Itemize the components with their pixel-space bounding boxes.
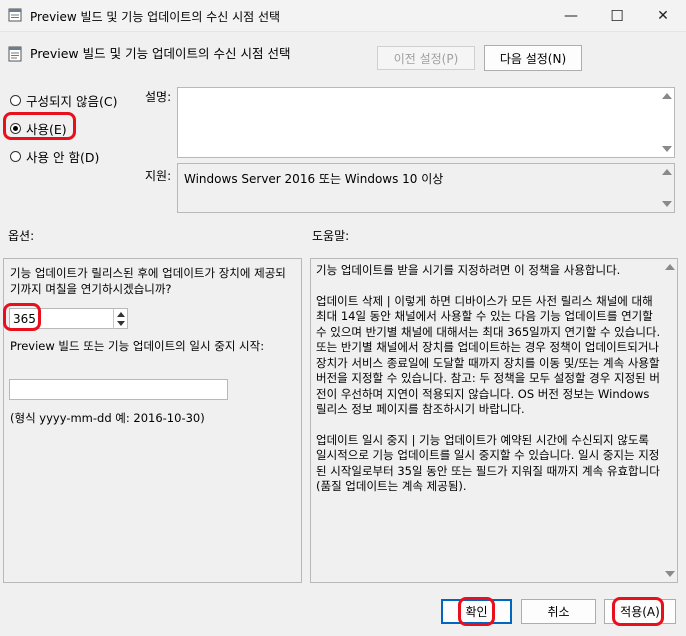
previous-setting-button[interactable]: 이전 설정(P) — [377, 46, 475, 70]
format-hint: (형식 yyyy-mm-dd 예: 2016-10-30) — [10, 411, 205, 425]
spin-down-icon[interactable] — [117, 321, 125, 326]
comment-label: 설명: — [145, 90, 172, 104]
scroll-up-arrow-icon[interactable] — [665, 264, 675, 270]
supported-value: Windows Server 2016 또는 Windows 10 이상 — [184, 172, 444, 186]
policy-title: Preview 빌드 및 기능 업데이트의 수신 시점 선택 — [30, 46, 291, 61]
comment-textarea[interactable] — [177, 87, 675, 158]
defer-days-spinner[interactable] — [113, 309, 127, 329]
radio-disabled-circle[interactable] — [10, 151, 21, 162]
radio-disabled[interactable]: 사용 안 함(D) — [10, 147, 99, 166]
radio-disabled-label: 사용 안 함(D) — [26, 150, 100, 165]
help-panel: 기능 업데이트를 받을 시기를 지정하려면 이 정책을 사용합니다. 업데이트 … — [310, 258, 678, 583]
pause-start-input[interactable] — [9, 379, 228, 400]
policy-setting-icon — [8, 46, 22, 62]
next-setting-button[interactable]: 다음 설정(N) — [484, 45, 582, 71]
maximize-button[interactable]: ☐ — [594, 0, 640, 31]
highlight-apply-button — [612, 597, 664, 626]
help-text: 기능 업데이트를 받을 시기를 지정하려면 이 정책을 사용합니다. 업데이트 … — [316, 263, 662, 495]
options-label: 옵션: — [8, 229, 35, 243]
highlight-enabled-radio — [3, 112, 76, 140]
pause-label: Preview 빌드 또는 기능 업데이트의 일시 중지 시작: — [10, 339, 265, 353]
supported-box: Windows Server 2016 또는 Windows 10 이상 — [177, 163, 675, 213]
radio-not-configured[interactable]: 구성되지 않음(C) — [10, 91, 117, 110]
highlight-defer-value — [3, 303, 41, 331]
spin-up-icon[interactable] — [117, 312, 125, 317]
help-paragraph-1: 기능 업데이트를 받을 시기를 지정하려면 이 정책을 사용합니다. — [316, 263, 621, 277]
comment-scrollbar[interactable] — [661, 89, 673, 156]
window-title: Preview 빌드 및 기능 업데이트의 수신 시점 선택 — [30, 10, 281, 24]
scroll-down-arrow-icon[interactable] — [665, 571, 675, 577]
title-bar: Preview 빌드 및 기능 업데이트의 수신 시점 선택 — ☐ ✕ — [0, 0, 686, 32]
supported-label: 지원: — [145, 169, 172, 183]
minimize-button[interactable]: — — [548, 0, 594, 31]
close-button[interactable]: ✕ — [640, 0, 686, 31]
radio-not-configured-label: 구성되지 않음(C) — [26, 94, 118, 109]
scroll-down-arrow-icon[interactable] — [662, 201, 672, 207]
cancel-button[interactable]: 취소 — [521, 599, 596, 624]
help-paragraph-2: 업데이트 삭제 | 이렇게 하면 디바이스가 모든 사전 릴리스 채널에 대해 … — [316, 293, 661, 417]
help-paragraph-3: 업데이트 일시 중지 | 기능 업데이트가 예약된 시간에 수신되지 않도록 일… — [316, 432, 660, 494]
scroll-up-arrow-icon[interactable] — [662, 169, 672, 175]
defer-question: 기능 업데이트가 릴리스된 후에 업데이트가 장치에 제공되기까지 며칠을 연기… — [10, 266, 286, 296]
scroll-down-arrow-icon[interactable] — [662, 146, 672, 152]
help-label: 도움말: — [312, 229, 350, 243]
supported-scrollbar[interactable] — [661, 165, 673, 211]
scroll-up-arrow-icon[interactable] — [662, 93, 672, 99]
policy-app-icon — [8, 8, 22, 22]
options-panel: 기능 업데이트가 릴리스된 후에 업데이트가 장치에 제공되기까지 며칠을 연기… — [3, 258, 302, 583]
help-scrollbar[interactable] — [664, 260, 676, 581]
radio-not-configured-circle[interactable] — [10, 95, 21, 106]
highlight-ok-button — [458, 597, 495, 626]
